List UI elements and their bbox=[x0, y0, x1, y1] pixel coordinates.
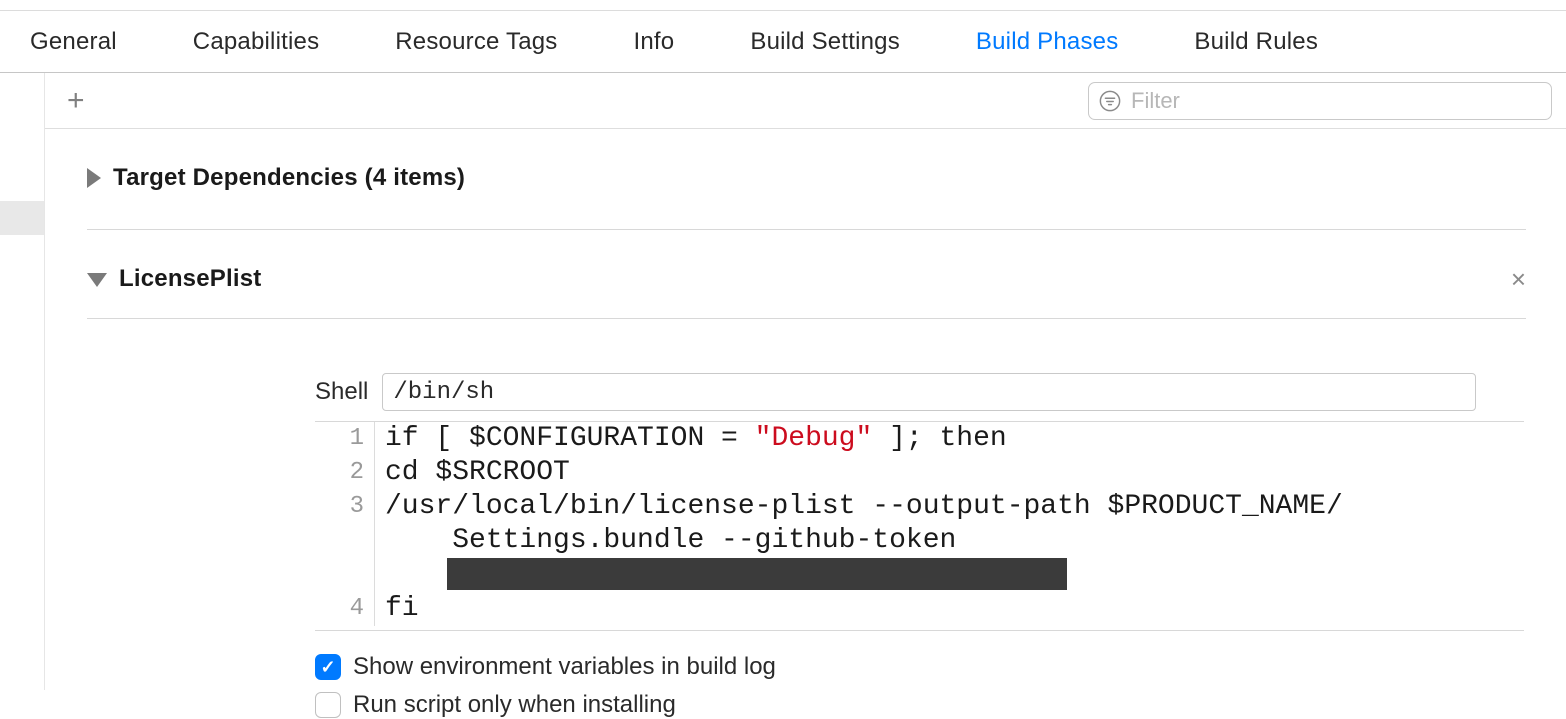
build-phases-toolbar: + bbox=[45, 73, 1566, 129]
checkbox-label: Run script only when installing bbox=[353, 691, 676, 719]
filter-field-wrap[interactable] bbox=[1088, 82, 1552, 120]
add-phase-icon[interactable]: + bbox=[67, 86, 85, 116]
script-editor[interactable]: 1 2 3 4 if [ $CONFIGURATION = "Debug" ];… bbox=[315, 421, 1524, 626]
divider bbox=[315, 630, 1524, 631]
tab-build-rules[interactable]: Build Rules bbox=[1194, 28, 1318, 56]
line-number: 3 bbox=[315, 490, 364, 592]
shell-label: Shell bbox=[315, 378, 368, 406]
check-icon: ✓ bbox=[320, 657, 335, 678]
tab-build-settings[interactable]: Build Settings bbox=[750, 28, 900, 56]
tab-info[interactable]: Info bbox=[634, 28, 675, 56]
checkbox-label: Show environment variables in build log bbox=[353, 653, 776, 681]
filter-icon bbox=[1099, 90, 1121, 112]
line-number-gutter: 1 2 3 4 bbox=[315, 422, 375, 626]
disclosure-right-icon[interactable] bbox=[87, 168, 101, 188]
line-number: 4 bbox=[315, 592, 364, 626]
checkbox-row-install-only[interactable]: Run script only when installing bbox=[315, 691, 1524, 719]
checkbox-row-env-vars[interactable]: ✓ Show environment variables in build lo… bbox=[315, 653, 1524, 681]
code-text: fi bbox=[385, 593, 419, 624]
remove-phase-icon[interactable]: × bbox=[1511, 264, 1526, 295]
tab-general[interactable]: General bbox=[30, 28, 117, 56]
left-gutter-selection bbox=[0, 201, 44, 235]
phase-title-licenseplist: LicensePlist bbox=[119, 265, 261, 293]
phase-target-dependencies-header[interactable]: Target Dependencies (4 items) bbox=[87, 157, 1526, 199]
target-tabs-bar: General Capabilities Resource Tags Info … bbox=[0, 11, 1566, 73]
shell-input[interactable] bbox=[382, 373, 1476, 411]
divider bbox=[87, 229, 1526, 230]
tab-resource-tags[interactable]: Resource Tags bbox=[395, 28, 557, 56]
phase-title-target-dependencies: Target Dependencies (4 items) bbox=[113, 164, 465, 192]
tab-build-phases[interactable]: Build Phases bbox=[976, 28, 1119, 56]
code-text: cd $SRCROOT bbox=[385, 457, 570, 488]
code-text: if [ $CONFIGURATION = bbox=[385, 423, 755, 454]
filter-input[interactable] bbox=[1131, 88, 1541, 114]
code-text: ]; then bbox=[872, 423, 1006, 454]
checkbox-run-only-installing[interactable] bbox=[315, 692, 341, 718]
disclosure-down-icon[interactable] bbox=[87, 273, 107, 287]
checkbox-show-env-vars[interactable]: ✓ bbox=[315, 654, 341, 680]
redacted-token bbox=[447, 558, 1067, 590]
line-number: 2 bbox=[315, 456, 364, 490]
left-gutter bbox=[0, 73, 45, 690]
divider bbox=[87, 318, 1526, 319]
window-top-border bbox=[0, 0, 1566, 11]
script-body[interactable]: if [ $CONFIGURATION = "Debug" ]; then cd… bbox=[375, 422, 1524, 626]
code-text: /usr/local/bin/license-plist --output-pa… bbox=[385, 491, 1343, 522]
tab-capabilities[interactable]: Capabilities bbox=[193, 28, 319, 56]
line-number: 1 bbox=[315, 422, 364, 456]
phase-licenseplist-header[interactable]: LicensePlist × bbox=[87, 258, 1526, 300]
code-string-literal: "Debug" bbox=[755, 423, 873, 454]
code-text: Settings.bundle --github-token bbox=[385, 525, 956, 556]
